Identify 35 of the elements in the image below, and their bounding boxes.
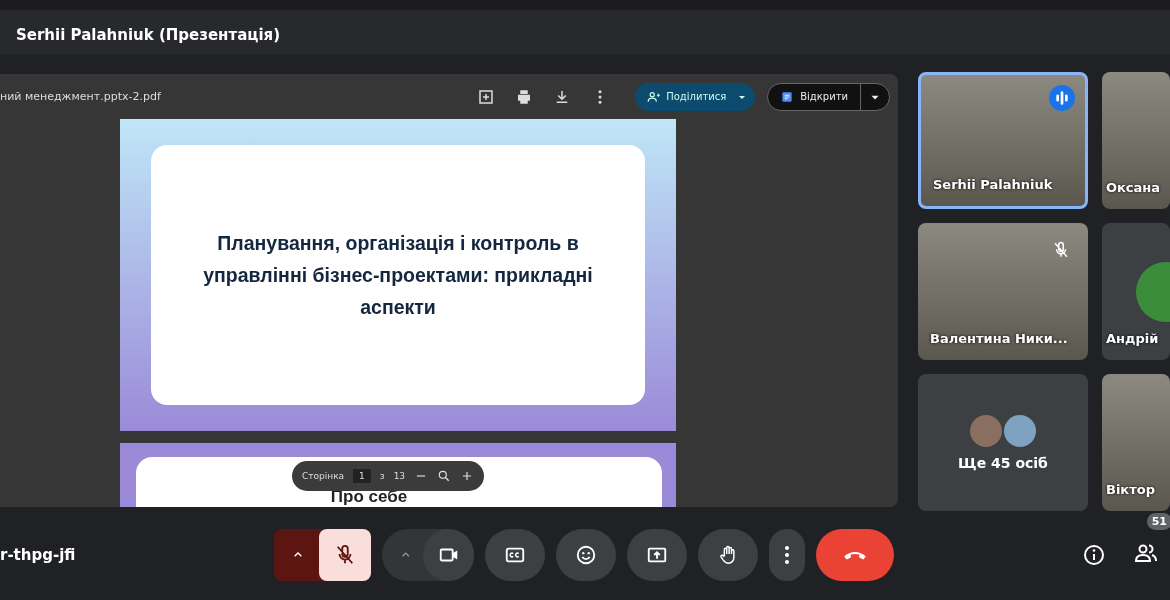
avatar-circle: [970, 414, 1002, 447]
end-call-button[interactable]: [816, 529, 894, 581]
present-screen-button[interactable]: [627, 529, 687, 581]
meeting-code: r-thpg-jfi: [0, 546, 77, 564]
participant-name: Валентина Ники...: [930, 331, 1068, 346]
emoji-button[interactable]: [556, 529, 616, 581]
microphone-button[interactable]: [319, 529, 371, 581]
captions-button[interactable]: [485, 529, 545, 581]
participant-name: Serhii Palahniuk: [933, 177, 1053, 192]
file-name: ний менеджмент.pptx-2.pdf: [0, 90, 161, 103]
page-input[interactable]: 1: [353, 469, 371, 483]
more-icon: [785, 546, 789, 564]
mic-off-icon: [334, 544, 356, 566]
participant-name: Андрій: [1106, 331, 1159, 346]
share-button[interactable]: Поділитися: [635, 82, 756, 111]
page-separator: з: [379, 471, 385, 481]
zoom-icon[interactable]: [437, 469, 452, 483]
add-comment-icon[interactable]: [477, 87, 496, 106]
smiley-icon: [575, 544, 597, 566]
window-title: Serhii Palahniuk (Презентація): [16, 26, 281, 44]
info-icon[interactable]: [1082, 543, 1106, 567]
more-options-button[interactable]: [769, 529, 805, 581]
participant-count-badge: 51: [1146, 513, 1170, 530]
raise-hand-button[interactable]: [698, 529, 758, 581]
page-total: 13: [393, 471, 406, 481]
camera-button[interactable]: [423, 529, 474, 581]
participant-name: Віктор: [1106, 482, 1155, 497]
page-label: Сторінка: [302, 471, 345, 481]
participant-name: Оксана: [1106, 180, 1161, 195]
slide-title: Планування, організація і контроль в управлінні бізнес-проектами: прикладні аспекти: [202, 231, 594, 320]
participant-name: Ще 45 осіб: [958, 454, 1048, 471]
avatar-circle: [1004, 414, 1036, 447]
phone-icon: [844, 550, 866, 560]
people-icon: [647, 89, 662, 104]
document-icon: [780, 89, 795, 104]
